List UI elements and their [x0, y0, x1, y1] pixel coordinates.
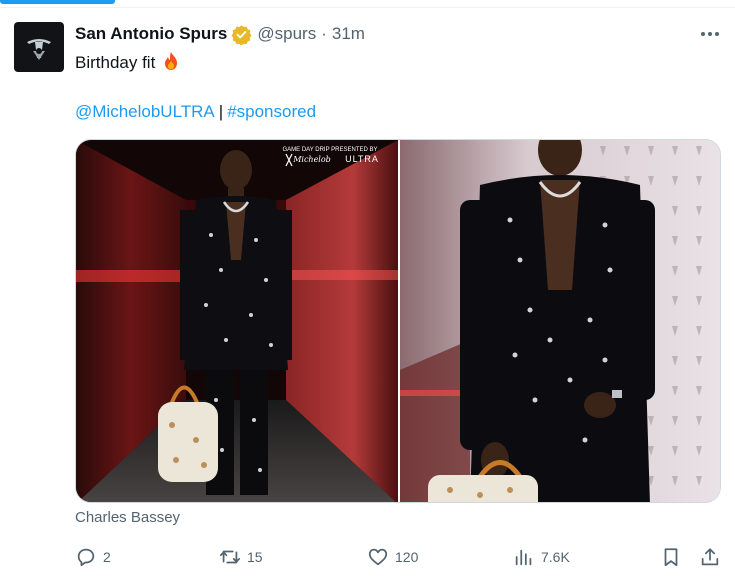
closeup-photo — [400, 140, 720, 502]
tweet-actions: 2 15 120 7.6K — [75, 545, 725, 569]
bookmark-icon — [664, 548, 678, 567]
reply-button[interactable]: 2 — [75, 545, 111, 569]
divider — [0, 7, 735, 8]
more-dot — [715, 32, 719, 36]
bookmark-button[interactable] — [660, 545, 682, 569]
share-icon — [701, 548, 719, 566]
views-chart-icon — [515, 549, 532, 566]
views-count: 7.6K — [541, 549, 570, 565]
tweet-timestamp[interactable]: 31m — [332, 24, 365, 44]
fire-emoji-icon — [165, 52, 178, 70]
repost-icon — [219, 550, 241, 564]
tweet-text: Birthday fit — [75, 51, 180, 74]
heart-icon — [368, 548, 388, 566]
reply-icon — [77, 548, 95, 567]
tweet-header: San Antonio Spurs @spurs · 31m — [75, 23, 365, 45]
hallway-photo: GAME DAY DRIP PRESENTED BY Michelob ULTR… — [76, 140, 398, 502]
media-caption: Charles Bassey — [75, 509, 181, 526]
more-options-button[interactable] — [697, 22, 723, 46]
repost-button[interactable]: 15 — [219, 545, 263, 569]
share-button[interactable] — [699, 545, 721, 569]
gold-verified-badge-icon[interactable] — [231, 24, 252, 45]
overlay-brand-caps: ULTRA — [345, 154, 379, 164]
author-name[interactable]: San Antonio Spurs — [75, 24, 227, 44]
mention-link[interactable]: @MichelobULTRA — [75, 102, 215, 121]
overlay-line1: GAME DAY DRIP PRESENTED BY — [282, 147, 377, 153]
reply-count: 2 — [103, 549, 111, 565]
media-image-1[interactable]: GAME DAY DRIP PRESENTED BY Michelob ULTR… — [76, 140, 398, 502]
header-separator: · — [321, 24, 327, 43]
hashtag-link[interactable]: #sponsored — [227, 102, 316, 121]
like-count: 120 — [395, 549, 419, 565]
more-dot — [708, 32, 712, 36]
repost-count: 15 — [247, 549, 263, 565]
links-separator: | — [218, 102, 224, 121]
media-grid: GAME DAY DRIP PRESENTED BY Michelob ULTR… — [75, 139, 721, 503]
author-handle[interactable]: @spurs — [257, 24, 316, 44]
tweet-links: @MichelobULTRA | #sponsored — [75, 101, 316, 123]
media-image-2[interactable] — [400, 140, 720, 502]
author-avatar[interactable] — [14, 22, 64, 72]
spurs-logo-icon — [27, 39, 51, 60]
views-button[interactable]: 7.6K — [513, 545, 570, 569]
more-dots-icon — [701, 32, 705, 36]
overlay-brand-script: Michelob — [292, 155, 331, 164]
like-button[interactable]: 120 — [367, 545, 418, 569]
tweet-text-body: Birthday fit — [75, 53, 156, 72]
active-tab-indicator — [0, 0, 115, 4]
